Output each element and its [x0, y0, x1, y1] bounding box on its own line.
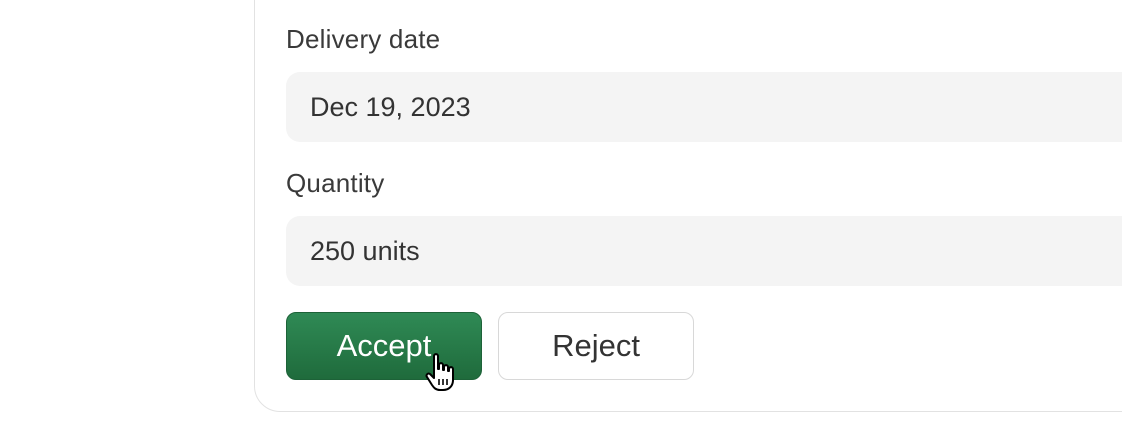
- reject-button[interactable]: Reject: [498, 312, 694, 380]
- quantity-label: Quantity: [286, 168, 385, 198]
- delivery-date-label: Delivery date: [286, 24, 441, 54]
- hand-pointer-icon: [425, 353, 454, 391]
- delivery-date-field[interactable]: Dec 19, 2023: [286, 72, 1122, 142]
- quantity-value: 250 units: [310, 235, 420, 266]
- delivery-date-value: Dec 19, 2023: [310, 91, 471, 122]
- quantity-field[interactable]: 250 units: [286, 216, 1122, 286]
